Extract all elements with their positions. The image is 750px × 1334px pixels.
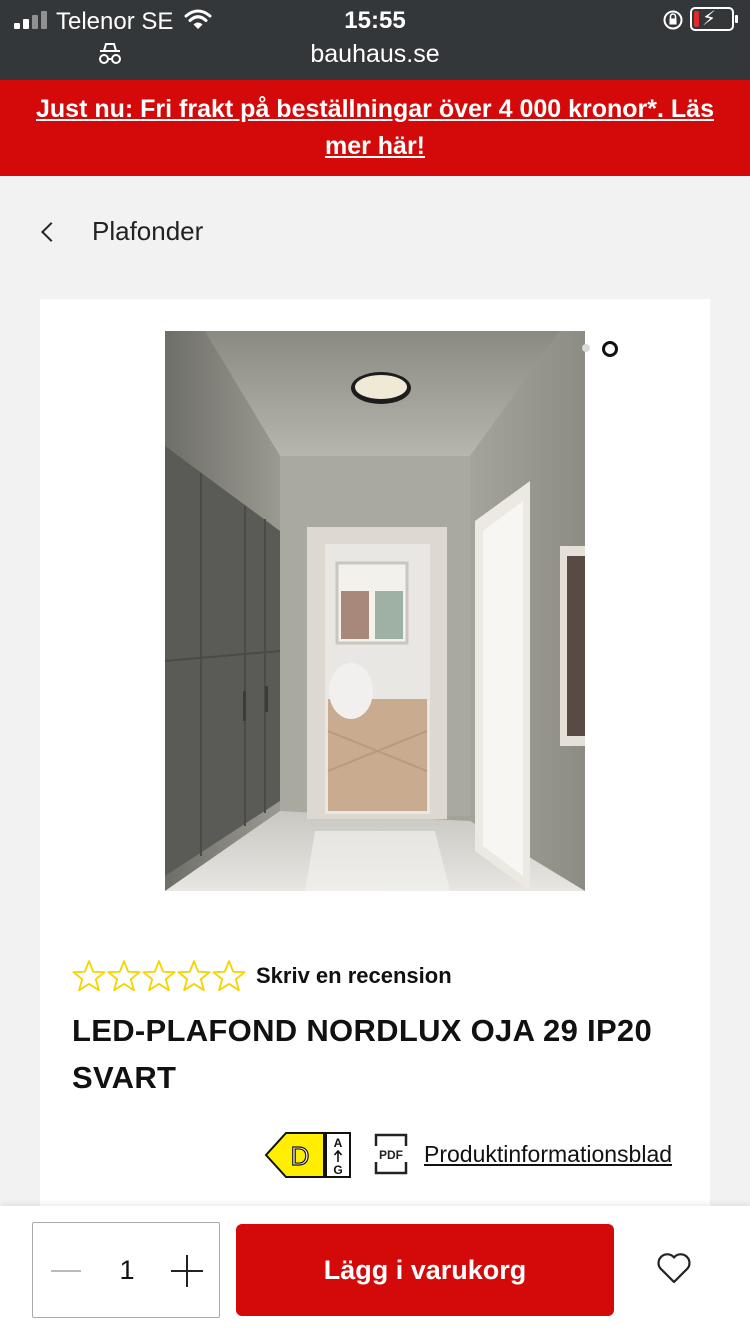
status-bar: Telenor SE 15:55 bauhaus.se ⚡: [0, 0, 750, 80]
quantity-decrease-button[interactable]: [51, 1270, 81, 1272]
back-navigation[interactable]: Plafonder: [40, 216, 203, 247]
rating-stars[interactable]: [72, 959, 246, 993]
write-review-link[interactable]: Skriv en recension: [256, 963, 452, 989]
gallery-dot-active[interactable]: [602, 341, 618, 357]
pdf-icon[interactable]: PDF: [374, 1133, 408, 1175]
gallery-dot[interactable]: [582, 344, 590, 352]
pdf-icon-label: PDF: [379, 1148, 403, 1162]
purchase-bar: 1 Lägg i varukorg: [0, 1206, 750, 1334]
promo-banner: Just nu: Fri frakt på beställningar över…: [0, 80, 750, 176]
star-empty-icon: [212, 960, 246, 992]
orientation-lock-icon: [663, 10, 683, 30]
rating-row: Skriv en recension: [72, 959, 452, 993]
star-empty-icon: [142, 960, 176, 992]
product-image[interactable]: [165, 331, 585, 891]
promo-link[interactable]: Just nu: Fri frakt på beställningar över…: [35, 91, 715, 165]
quantity-value[interactable]: 1: [103, 1255, 151, 1286]
quantity-increase-button[interactable]: [171, 1255, 203, 1287]
star-empty-icon: [177, 960, 211, 992]
product-title: LED-PLAFOND NORDLUX OJA 29 IP20 SVART: [72, 1013, 653, 1095]
heart-icon[interactable]: [656, 1252, 692, 1284]
product-info-sheet-link[interactable]: Produktinformationsblad: [424, 1141, 672, 1168]
product-card: Skriv en recension LED-PLAFOND NORDLUX O…: [40, 299, 710, 1299]
energy-label[interactable]: D A G: [264, 1131, 352, 1179]
energy-scale-top: A: [334, 1136, 343, 1150]
energy-class-text: D: [291, 1141, 310, 1171]
clock-time: 15:55: [344, 7, 406, 34]
star-empty-icon: [107, 960, 141, 992]
breadcrumb-category[interactable]: Plafonder: [92, 216, 203, 247]
battery-icon: ⚡: [690, 7, 738, 31]
address-bar-url[interactable]: bauhaus.se: [0, 40, 750, 69]
star-empty-icon: [72, 960, 106, 992]
quantity-stepper: 1: [32, 1222, 220, 1318]
add-to-cart-button[interactable]: Lägg i varukorg: [236, 1224, 614, 1316]
energy-scale-bottom: G: [333, 1163, 342, 1177]
chevron-left-icon[interactable]: [41, 221, 61, 242]
